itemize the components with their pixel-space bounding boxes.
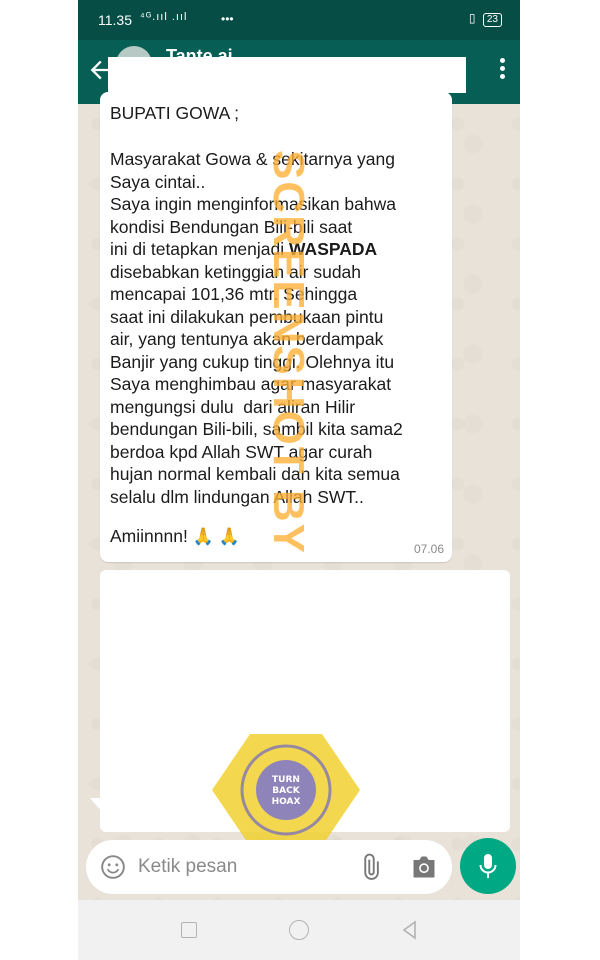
message-line: berdoa kpd Allah SWT agar curah [110,441,373,462]
battery-level: 23 [482,13,502,27]
svg-text:HOAX: HOAX [272,797,301,807]
message-line: air, yang tentunya akan berdampak [110,329,384,349]
vibrate-icon: ▯ [468,11,476,25]
redaction-box [108,57,466,93]
svg-text:TURN: TURN [272,775,300,785]
voice-record-button[interactable] [460,838,516,894]
notification-dots: ••• [221,12,234,26]
nav-back-icon[interactable] [400,920,420,940]
more-options-icon[interactable] [500,58,506,82]
home-icon[interactable] [289,920,309,940]
recent-apps-icon[interactable] [181,922,197,938]
svg-text:BACK: BACK [272,786,300,796]
message-closing: Amiinnnn! 🙏 🙏 [110,526,240,547]
message-composer[interactable]: Ketik pesan [86,840,452,894]
microphone-icon [479,854,497,878]
camera-icon[interactable] [410,854,438,880]
message-timestamp: 07.06 [413,542,444,556]
bubble-tail [90,798,102,812]
message-line: saat ini dilakukan pembukaan pintu [110,306,384,327]
phone-screen: 11.35 ⁴ᴳ.ııl .ııl ••• ▯ 23 Tante ai BUPA… [78,0,520,960]
mafindo-logo: TURN BACK HOAX [212,734,360,846]
attach-icon[interactable] [358,853,386,881]
watermark-text: SCREENSHOT BY [264,150,313,555]
system-navigation-bar [78,900,520,960]
message-input[interactable]: Ketik pesan [138,856,237,878]
status-time: 11.35 [98,12,132,28]
emoji-icon[interactable] [100,854,126,880]
signal-icon: ⁴ᴳ.ııl .ııl [140,11,188,23]
closing-text: Amiinnnn! [110,526,193,546]
praying-hands-icon: 🙏 🙏 [192,527,240,546]
message-header: BUPATI GOWA ; [110,103,239,123]
message-line: Saya cintai.. [110,171,206,192]
battery-indicator: ▯ 23 [469,11,502,27]
status-bar: 11.35 ⁴ᴳ.ııl .ııl ••• ▯ 23 [78,0,520,40]
